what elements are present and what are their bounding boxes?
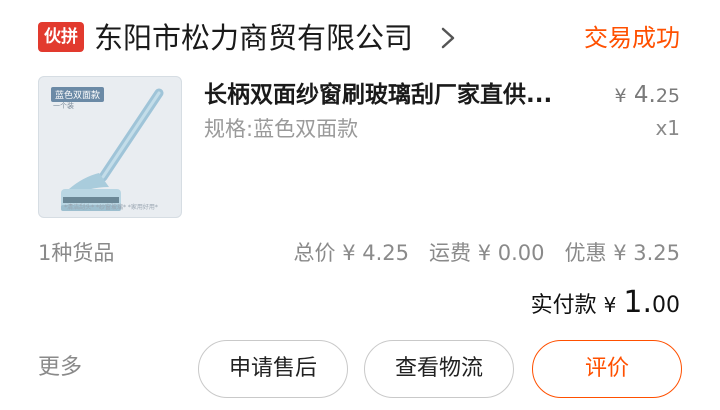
product-title[interactable]: 长柄双面纱窗刷玻璃刮厂家直供... [204,78,584,112]
order-status: 交易成功 [584,24,680,52]
discount-amount: 优惠 ¥ 3.25 [564,241,680,265]
order-header: 伙拼 东阳市松力商贸有限公司 交易成功 [0,0,720,76]
price-currency: ¥ [614,85,627,107]
group-buy-badge: 伙拼 [38,22,84,52]
view-logistics-button[interactable]: 查看物流 [364,340,514,398]
after-sale-button[interactable]: 申请售后 [198,340,348,398]
actual-payment-decimal: 00 [652,293,680,318]
product-spec: 规格:蓝色双面款 [204,117,359,141]
actual-payment-label: 实付款 [530,293,597,318]
total-price: 总价 ¥ 4.25 [293,241,410,265]
price-integer: 4. [633,82,656,108]
product-price: ¥ 4.25 [614,80,680,111]
actual-payment: 实付款 ¥ 1.00 [531,284,680,325]
more-menu[interactable]: 更多 [38,350,82,386]
product-quantity: x1 [655,116,680,140]
price-decimal: 25 [655,85,680,107]
shop-name-link[interactable]: 东阳市松力商贸有限公司 [94,18,413,58]
product-thumbnail[interactable]: 蓝色双面款 一个装 *清洁刮头* *纱窗玻璃* *家用好用* [38,76,182,218]
chevron-right-icon[interactable] [438,26,458,50]
price-summary: 总价 ¥ 4.25 运费 ¥ 0.00 优惠 ¥ 3.25 [294,237,680,269]
window-squeegee-image [61,88,164,211]
thumbnail-footer-text: *清洁刮头* *纱窗玻璃* *家用好用* [64,204,158,211]
rate-button[interactable]: 评价 [532,340,682,398]
item-count: 1种货品 [38,241,115,265]
actual-payment-currency: ¥ [603,293,617,317]
actual-payment-integer: 1. [623,285,652,320]
shipping-fee: 运费 ¥ 0.00 [429,241,545,265]
